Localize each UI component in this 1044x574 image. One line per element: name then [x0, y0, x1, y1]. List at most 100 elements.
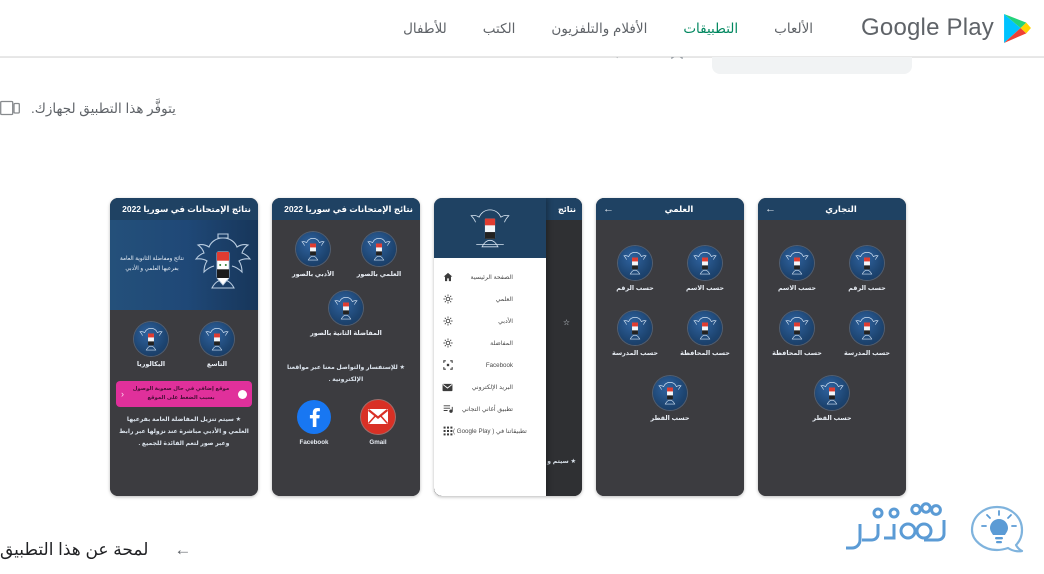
drawer-item-label: البريد الإلكتروني: [471, 383, 513, 391]
screenshot-home[interactable]: نتائج الإمتحانات في سوريا 2022 نتائج ومف…: [110, 198, 258, 496]
tile-label: حسب القطر: [650, 415, 690, 422]
commercial-tiles: حسب الاسم حسب الرقم حسب المحافظة حسب الم…: [758, 220, 906, 431]
nav-item-movies-tv[interactable]: الأفلام والتلفزيون: [533, 0, 665, 57]
app-title: نتائج الإمتحانات في سوريا 2022: [122, 203, 251, 214]
facebook-icon: [297, 399, 331, 434]
syria-eagle-emblem-icon: [200, 322, 234, 356]
tile-label: حسب الرقم: [848, 285, 886, 292]
drawer-item-scientific[interactable]: العلمي: [434, 288, 546, 310]
social-links-row: Facebook Gmail: [272, 386, 420, 446]
syria-eagle-emblem-icon: [470, 209, 510, 248]
screenshots-carousel[interactable]: نتائج الإمتحانات في سوريا 2022 نتائج ومف…: [110, 198, 906, 496]
drawer-item-songs-app[interactable]: تطبيق أغاني التجاني: [434, 398, 546, 420]
promo-banner[interactable]: موقع إضافي في حال صعوبة الوصول بسبب الضغ…: [116, 381, 252, 407]
tile-second-mofadala-photos[interactable]: المفاضلة الثانية بالصور: [280, 291, 412, 337]
drawer-item-label: الصفحة الرئيسية: [470, 273, 513, 281]
google-play-logo[interactable]: Google Play: [861, 13, 1032, 44]
chevron-right-icon: ›: [121, 389, 124, 399]
promo-text: موقع إضافي في حال صعوبة الوصول بسبب الضغ…: [132, 385, 230, 401]
nav-item-apps[interactable]: التطبيقات: [665, 0, 756, 57]
tile-literary-photos[interactable]: الأدبي بالصور: [285, 232, 341, 278]
screenshot-commercial[interactable]: التجاري ← حسب الاسم حسب الرقم حسب المحاف…: [758, 198, 906, 496]
tile-label: حسب الرقم: [616, 285, 654, 292]
emblem-glyph: [855, 317, 879, 340]
screenshot-scientific[interactable]: العلمي ← حسب الرقم حسب الاسم حسب المدرسة…: [596, 198, 744, 496]
tile-by-school[interactable]: حسب المدرسة: [607, 311, 663, 357]
about-this-app-title: لمحة عن هذا التطبيق: [0, 540, 149, 559]
drawer-item-email[interactable]: البريد الإلكتروني: [434, 376, 546, 398]
photo-tiles: الأدبي بالصور العلمي بالصور المفاضلة الث…: [272, 220, 420, 346]
tile-label: حسب المدرسة: [611, 350, 659, 357]
emblem-glyph: [367, 238, 391, 261]
tile-by-name[interactable]: حسب الاسم: [677, 246, 733, 292]
apps-grid-icon: [442, 426, 453, 437]
home-tiles: البكالوريا التاسع: [110, 310, 258, 377]
back-arrow-icon[interactable]: ←: [765, 203, 776, 215]
nav-item-kids[interactable]: للأطفال: [385, 0, 465, 57]
tile-by-country[interactable]: حسب القطر: [604, 376, 736, 422]
syria-eagle-emblem-icon: [688, 246, 722, 280]
drawer-header: [434, 198, 546, 258]
app-title-partial: نتائج: [557, 204, 576, 214]
emblem-glyph: [139, 328, 163, 351]
left-arrow-icon[interactable]: ←: [174, 540, 191, 560]
social-facebook[interactable]: Facebook: [297, 399, 331, 446]
tile-by-number[interactable]: حسب الرقم: [839, 246, 895, 292]
tile-scientific-photos[interactable]: العلمي بالصور: [351, 232, 407, 278]
tile-by-country[interactable]: حسب القطر: [766, 376, 898, 422]
nav-item-books[interactable]: الكتب: [465, 0, 534, 57]
tile-label: حسب المحافظة: [680, 350, 730, 357]
settings-gear-icon: [442, 338, 453, 349]
device-tablet-icon: [0, 100, 20, 116]
emblem-glyph: [334, 297, 358, 320]
app-title: نتائج الإمتحانات في سوريا 2022: [284, 203, 413, 214]
tile-label: حسب المحافظة: [772, 350, 822, 357]
screenshot-home-body: نتائج ومفاضلة الثانوية العامة بفرعيها ال…: [110, 220, 258, 496]
drawer-item-label: الأدبي: [498, 317, 513, 325]
drawer-item-label: العلمي: [495, 295, 513, 303]
screenshot-drawer[interactable]: نتائج ☆ ★ سيتم و الأدبي الصفحة الرئيسية …: [434, 198, 582, 496]
device-availability-row: يتوفَّر هذا التطبيق لجهازك.: [0, 100, 1044, 117]
drawer-item-facebook[interactable]: Facebook: [434, 354, 546, 376]
drawer-item-label: المفاضلة: [490, 339, 513, 347]
syria-eagle-emblem-icon: [618, 246, 652, 280]
drawer-item-label: تطبيق أغاني التجاني: [461, 405, 513, 413]
settings-gear-icon: [442, 294, 453, 305]
social-gmail[interactable]: Gmail: [361, 399, 395, 446]
tile-tasea[interactable]: التاسع: [189, 322, 245, 368]
tile-label: البكالوريا: [136, 361, 166, 368]
tile-by-governorate[interactable]: حسب المحافظة: [769, 311, 825, 357]
syria-eagle-emblem-icon: [134, 322, 168, 356]
tile-bakaloria[interactable]: البكالوريا: [123, 322, 179, 368]
emblem-glyph: [693, 252, 717, 275]
nav-item-games[interactable]: الألعاب: [756, 0, 831, 57]
drawer-item-home[interactable]: الصفحة الرئيسية: [434, 266, 546, 288]
tile-by-governorate[interactable]: حسب المحافظة: [677, 311, 733, 357]
drawer-item-our-apps[interactable]: تطبيقاتنا في ( Google Play ): [434, 420, 546, 442]
social-label: Gmail: [369, 438, 387, 446]
tile-by-name[interactable]: حسب الاسم: [769, 246, 825, 292]
back-arrow-icon[interactable]: ←: [603, 203, 614, 215]
drawer-item-literary[interactable]: الأدبي: [434, 310, 546, 332]
tile-label: حسب المدرسة: [843, 350, 891, 357]
tile-label: التاسع: [206, 361, 228, 368]
syria-eagle-emblem-icon: [780, 311, 814, 345]
google-play-app-page: Google Play الألعاب التطبيقات الأفلام وا…: [0, 0, 1044, 574]
app-title-bar: العلمي ←: [596, 198, 744, 220]
tile-by-number[interactable]: حسب الرقم: [607, 246, 663, 292]
mail-icon: [442, 382, 453, 393]
screenshot-scientific-body: حسب الرقم حسب الاسم حسب المدرسة حسب المح…: [596, 220, 744, 496]
tile-by-school[interactable]: حسب المدرسة: [839, 311, 895, 357]
hero-banner: نتائج ومفاضلة الثانوية العامة بفرعيها ال…: [110, 220, 258, 310]
emblem-glyph: [855, 252, 879, 275]
screenshot-photos[interactable]: نتائج الإمتحانات في سوريا 2022 الأدبي با…: [272, 198, 420, 496]
gmail-envelope-glyph: [367, 409, 389, 425]
emblem-glyph: [820, 382, 844, 405]
syria-eagle-emblem-icon: [194, 233, 252, 289]
tile-label: حسب الاسم: [686, 285, 724, 292]
syria-eagle-emblem-icon: [329, 291, 363, 325]
emblem-glyph: [785, 317, 809, 340]
drawer-item-mofadala[interactable]: المفاضلة: [434, 332, 546, 354]
google-play-triangle-icon: [1004, 13, 1031, 43]
about-this-app-row[interactable]: لمحة عن هذا التطبيق ←: [0, 540, 1044, 560]
